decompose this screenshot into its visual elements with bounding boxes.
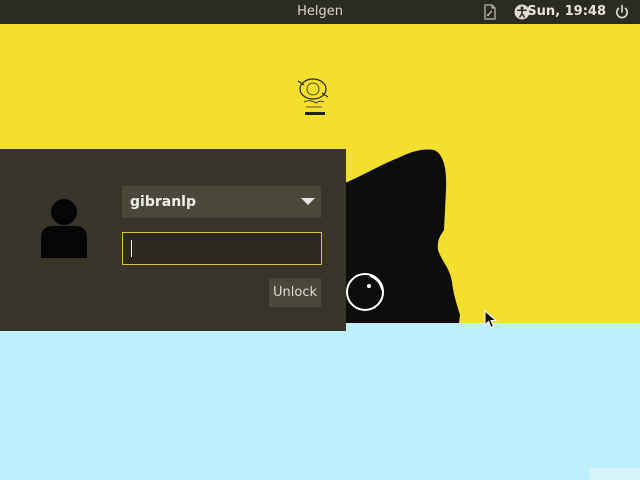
username-dropdown[interactable]: gibranlp [122,186,321,218]
document-icon[interactable] [482,0,498,24]
avatar-icon [41,199,87,258]
clock[interactable]: Sun, 19:48 [527,0,606,24]
username-label: gibranlp [130,194,196,210]
wallpaper-blue [0,323,640,480]
wallpaper-logo [297,78,329,115]
unlock-button[interactable]: Unlock [269,278,321,307]
top-bar: Helgen Sun, 19:48 [0,0,640,24]
cat-silhouette [340,149,460,323]
text-caret [131,240,132,257]
password-field[interactable] [122,232,322,265]
power-icon[interactable] [613,0,631,24]
mouse-pointer-icon [484,310,498,329]
corner-strip [590,468,640,480]
chevron-down-icon [301,198,315,205]
